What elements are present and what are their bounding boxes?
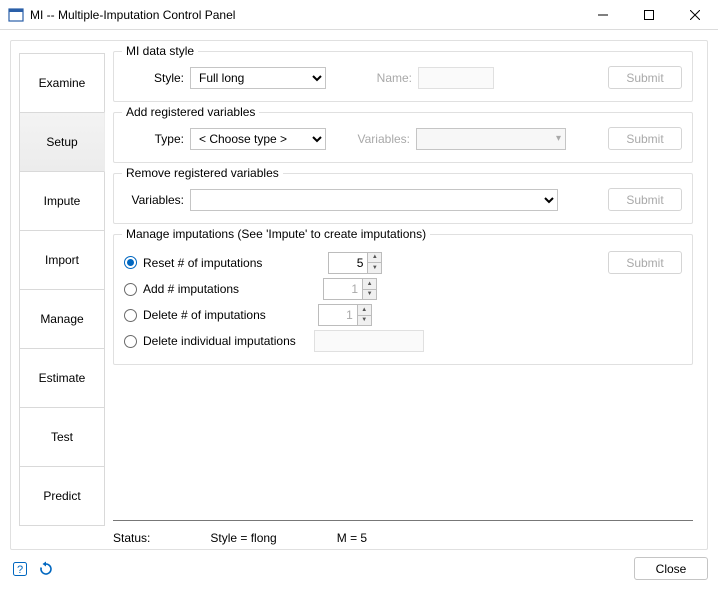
delete-individual-input[interactable] [314,330,424,352]
app-icon [8,7,24,23]
tab-examine[interactable]: Examine [19,53,105,113]
delete-spinner[interactable]: ▲▼ [318,304,372,326]
reset-icon[interactable] [36,559,56,579]
status-m: M = 5 [337,531,367,545]
tab-predict[interactable]: Predict [19,466,105,526]
submit-manage[interactable]: Submit [608,251,682,274]
spin-up-icon[interactable]: ▲ [358,305,371,316]
radio-reset-label: Reset # of imputations [143,256,262,270]
delete-value[interactable] [319,305,357,325]
add-vars-label: Variables: [352,132,410,146]
radio-reset[interactable]: Reset # of imputations [124,256,262,270]
group-data-style: MI data style Style: Full long Name: Sub… [113,51,693,102]
spin-down-icon[interactable]: ▼ [363,290,376,300]
style-label: Style: [124,71,184,85]
add-vars-select[interactable]: ▾ [416,128,566,150]
radio-dot-icon [124,335,137,348]
spin-up-icon[interactable]: ▲ [368,253,381,264]
spin-up-icon[interactable]: ▲ [363,279,376,290]
spin-down-icon[interactable]: ▼ [358,316,371,326]
group-add-vars: Add registered variables Type: < Choose … [113,112,693,163]
tab-estimate[interactable]: Estimate [19,348,105,408]
close-button[interactable]: Close [634,557,708,580]
status-style: Style = flong [210,531,276,545]
main-panel: Examine Setup Impute Import Manage Estim… [10,40,708,550]
tab-manage[interactable]: Manage [19,289,105,349]
submit-add-vars[interactable]: Submit [608,127,682,150]
add-spinner[interactable]: ▲▼ [323,278,377,300]
title-bar: MI -- Multiple-Imputation Control Panel [0,0,718,30]
tab-test[interactable]: Test [19,407,105,467]
radio-add-label: Add # imputations [143,282,239,296]
reset-value[interactable] [329,253,367,273]
radio-delete-label: Delete # of imputations [143,308,266,322]
reset-spinner[interactable]: ▲▼ [328,252,382,274]
radio-dot-icon [124,309,137,322]
submit-remove-vars[interactable]: Submit [608,188,682,211]
type-select[interactable]: < Choose type > [190,128,326,150]
radio-dot-icon [124,283,137,296]
radio-add[interactable]: Add # imputations [124,282,239,296]
window-title: MI -- Multiple-Imputation Control Panel [30,8,580,22]
footer: ? Close [0,550,718,579]
minimize-button[interactable] [580,0,626,29]
status-line: Status: Style = flong M = 5 [113,520,693,545]
tab-impute[interactable]: Impute [19,171,105,231]
tab-import[interactable]: Import [19,230,105,290]
group-remove-vars: Remove registered variables Variables: S… [113,173,693,224]
group-manage: Manage imputations (See 'Impute' to crea… [113,234,693,365]
maximize-button[interactable] [626,0,672,29]
spin-down-icon[interactable]: ▼ [368,263,381,273]
legend-manage: Manage imputations (See 'Impute' to crea… [122,227,430,241]
help-icon[interactable]: ? [10,559,30,579]
type-label: Type: [124,132,184,146]
add-value[interactable] [324,279,362,299]
tab-setup[interactable]: Setup [19,112,105,172]
radio-delete-individual-label: Delete individual imputations [143,334,296,348]
name-label: Name: [368,71,412,85]
close-window-button[interactable] [672,0,718,29]
radio-delete[interactable]: Delete # of imputations [124,308,266,322]
window-controls [580,0,718,29]
svg-text:?: ? [17,564,23,576]
legend-add-vars: Add registered variables [122,105,259,119]
chevron-down-icon: ▾ [556,133,561,144]
remove-vars-label: Variables: [124,193,184,207]
legend-remove-vars: Remove registered variables [122,166,283,180]
radio-delete-individual[interactable]: Delete individual imputations [124,334,296,348]
radio-dot-icon [124,256,137,269]
submit-data-style[interactable]: Submit [608,66,682,89]
remove-vars-select[interactable] [190,189,558,211]
legend-data-style: MI data style [122,44,198,58]
name-input[interactable] [418,67,494,89]
status-label: Status: [113,531,150,545]
style-select[interactable]: Full long [190,67,326,89]
tab-strip: Examine Setup Impute Import Manage Estim… [11,41,105,549]
